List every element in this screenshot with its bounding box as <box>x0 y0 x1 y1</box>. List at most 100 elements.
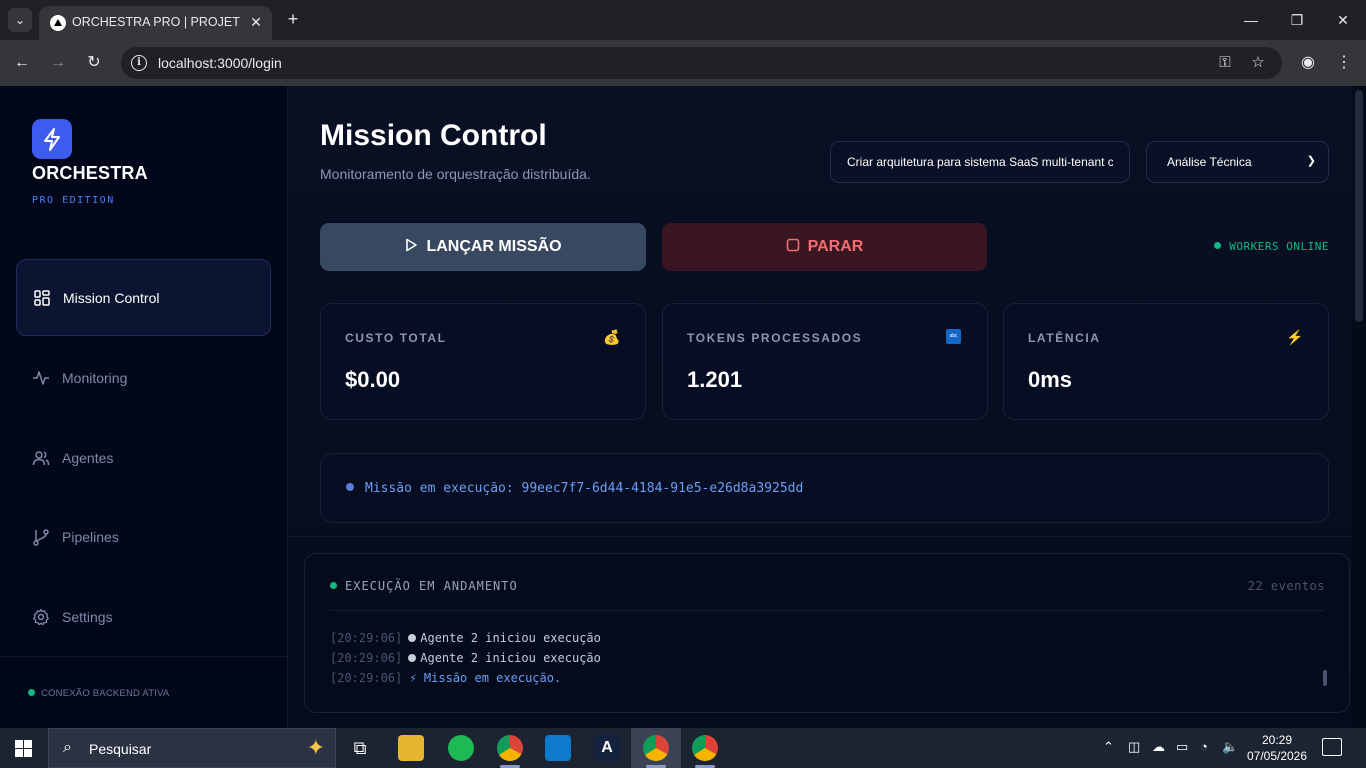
minimize-button[interactable]: — <box>1236 8 1266 32</box>
metric-value: 1.201 <box>687 367 743 392</box>
bullet-icon <box>408 654 417 662</box>
sidebar-item-mission-control[interactable]: Mission Control <box>16 259 271 336</box>
volume-icon[interactable]: 🔈 <box>1222 739 1238 755</box>
stop-label: PARAR <box>807 238 864 255</box>
logo <box>32 119 72 159</box>
sparkle-icon: ✦ <box>306 735 325 760</box>
reload-button[interactable]: ↻ <box>82 51 106 75</box>
status-dot-icon <box>28 689 35 696</box>
mission-status-text: Missão em execução: 99eec7f7-6d44-4184-9… <box>365 481 804 496</box>
sidebar-item-monitoring[interactable]: Monitoring <box>16 340 271 417</box>
mission-status-banner: Missão em execução: 99eec7f7-6d44-4184-9… <box>320 453 1329 523</box>
metric-label: LATÊNCIA <box>1028 331 1101 345</box>
log-entry: [20:29:06] Agente 2 iniciou execução <box>330 651 601 665</box>
sidebar-item-pipelines[interactable]: Pipelines <box>16 499 271 576</box>
metric-value: $0.00 <box>345 367 401 392</box>
analysis-mode-value: Análise Técnica <box>1167 155 1252 169</box>
divider <box>330 610 1324 611</box>
file-explorer-icon[interactable] <box>398 735 424 761</box>
tab-title: ORCHESTRA PRO | PROJETO PO <box>72 15 240 29</box>
launch-mission-label: LANÇAR MISSÃO <box>426 238 562 255</box>
bolt-logo-icon <box>44 128 60 151</box>
activity-icon <box>33 371 49 385</box>
log-title: EXECUÇÃO EM ANDAMENTO <box>330 579 518 593</box>
lightning-icon: ⚡ <box>1286 329 1304 345</box>
play-icon <box>406 238 418 252</box>
spotify-icon[interactable] <box>448 735 474 761</box>
divider <box>288 536 1366 537</box>
search-placeholder: Pesquisar <box>89 741 152 757</box>
bookmark-star-icon[interactable]: ☆ <box>1248 53 1268 73</box>
vscode-icon[interactable] <box>545 735 571 761</box>
sidebar-item-label: Settings <box>62 609 113 625</box>
workers-status-label: WORKERS ONLINE <box>1229 240 1329 253</box>
notification-icon[interactable] <box>1322 738 1342 756</box>
status-dot-icon <box>330 582 337 589</box>
clock-date: 07/05/2026 <box>1246 749 1308 763</box>
favicon-icon <box>50 15 66 31</box>
battery-icon[interactable]: ▭ <box>1176 739 1188 755</box>
log-text: Agente 2 iniciou execução <box>420 631 601 645</box>
stop-button[interactable]: PARAR <box>662 223 987 271</box>
sidebar-item-label: Mission Control <box>63 290 160 306</box>
windows-start-icon[interactable] <box>15 740 32 757</box>
taskbar: ⌕ Pesquisar ✦ ⧉ A ⌃ ◫ ☁ ▭ ◔ 🔈 20:29 07/0… <box>0 728 1366 768</box>
forward-button[interactable]: → <box>46 51 70 75</box>
site-info-icon[interactable]: i <box>131 55 147 71</box>
browser-toolbar: ← → ↻ i localhost:3000/login ⚿ ☆ ◉ ⋮ <box>0 40 1366 86</box>
key-icon[interactable]: ⚿ <box>1215 53 1235 73</box>
scrollbar-thumb[interactable] <box>1355 90 1363 322</box>
log-timestamp: [20:29:06] <box>330 671 403 685</box>
task-view-icon[interactable]: ⧉ <box>347 735 373 761</box>
back-button[interactable]: ← <box>10 51 34 75</box>
profile-icon[interactable]: ◉ <box>1296 51 1320 75</box>
log-title-text: EXECUÇÃO EM ANDAMENTO <box>345 579 518 593</box>
tray-chevron-icon[interactable]: ⌃ <box>1103 739 1114 755</box>
brand-name: ORCHESTRA <box>32 163 148 183</box>
app-root: ORCHESTRA PRO EDITION Mission Control Mo… <box>0 86 1366 728</box>
restore-button[interactable]: ❐ <box>1282 8 1312 32</box>
tab-search-chevron-icon[interactable]: ⌄ <box>8 8 32 32</box>
system-clock[interactable]: 20:29 07/05/2026 <box>1246 732 1308 764</box>
abc-icon: abc <box>946 329 961 344</box>
log-entry: [20:29:06] Agente 2 iniciou execução <box>330 631 601 645</box>
chrome-icon[interactable] <box>643 735 669 761</box>
workers-status: WORKERS ONLINE <box>1214 240 1329 253</box>
wifi-icon[interactable]: ◔ <box>1200 739 1208 754</box>
money-bag-icon: 💰 <box>603 329 621 345</box>
app-a-icon[interactable]: A <box>594 735 620 761</box>
log-text: ⚡ Missão em execução. <box>409 671 562 685</box>
taskbar-search[interactable]: ⌕ Pesquisar ✦ <box>48 728 336 768</box>
cloud-icon[interactable]: ☁ <box>1152 739 1165 755</box>
page-title: Mission Control <box>320 119 547 152</box>
grid-icon <box>34 290 50 306</box>
bullet-icon <box>408 634 417 642</box>
log-text: Agente 2 iniciou execução <box>420 651 601 665</box>
chrome-profile-icon[interactable] <box>497 735 523 761</box>
log-scrollbar[interactable] <box>1323 670 1327 686</box>
launch-mission-button[interactable]: LANÇAR MISSÃO <box>320 223 646 271</box>
sidebar-item-agentes[interactable]: Agentes <box>16 420 271 497</box>
metric-card-cost: CUSTO TOTAL 💰 $0.00 <box>320 303 646 420</box>
log-timestamp: [20:29:06] <box>330 651 403 665</box>
page-scrollbar[interactable] <box>1352 86 1366 728</box>
close-window-button[interactable]: ✕ <box>1328 8 1358 32</box>
analysis-mode-select[interactable]: Análise Técnica ❯ <box>1146 141 1329 183</box>
meet-icon[interactable]: ◫ <box>1128 739 1140 755</box>
sidebar-item-settings[interactable]: Settings <box>16 579 271 656</box>
page-subtitle: Monitoramento de orquestração distribuíd… <box>320 166 591 182</box>
sidebar-item-label: Agentes <box>62 450 114 466</box>
git-branch-icon <box>33 529 49 546</box>
address-bar[interactable]: i localhost:3000/login ⚿ ☆ <box>121 47 1282 79</box>
chevron-down-icon: ❯ <box>1306 155 1316 167</box>
new-tab-button[interactable]: + <box>282 8 304 30</box>
log-timestamp: [20:29:06] <box>330 631 403 645</box>
metric-value: 0ms <box>1028 367 1073 392</box>
browser-tab[interactable]: ORCHESTRA PRO | PROJETO PO ✕ <box>39 6 272 40</box>
tab-close-icon[interactable]: ✕ <box>246 12 266 32</box>
sidebar-footer: CONEXÃO BACKEND ATIVA <box>0 656 287 728</box>
log-entry: [20:29:06] ⚡ Missão em execução. <box>330 671 561 685</box>
mission-prompt-input[interactable] <box>830 141 1130 183</box>
menu-kebab-icon[interactable]: ⋮ <box>1332 51 1356 75</box>
chrome-profile-2-icon[interactable] <box>692 735 718 761</box>
